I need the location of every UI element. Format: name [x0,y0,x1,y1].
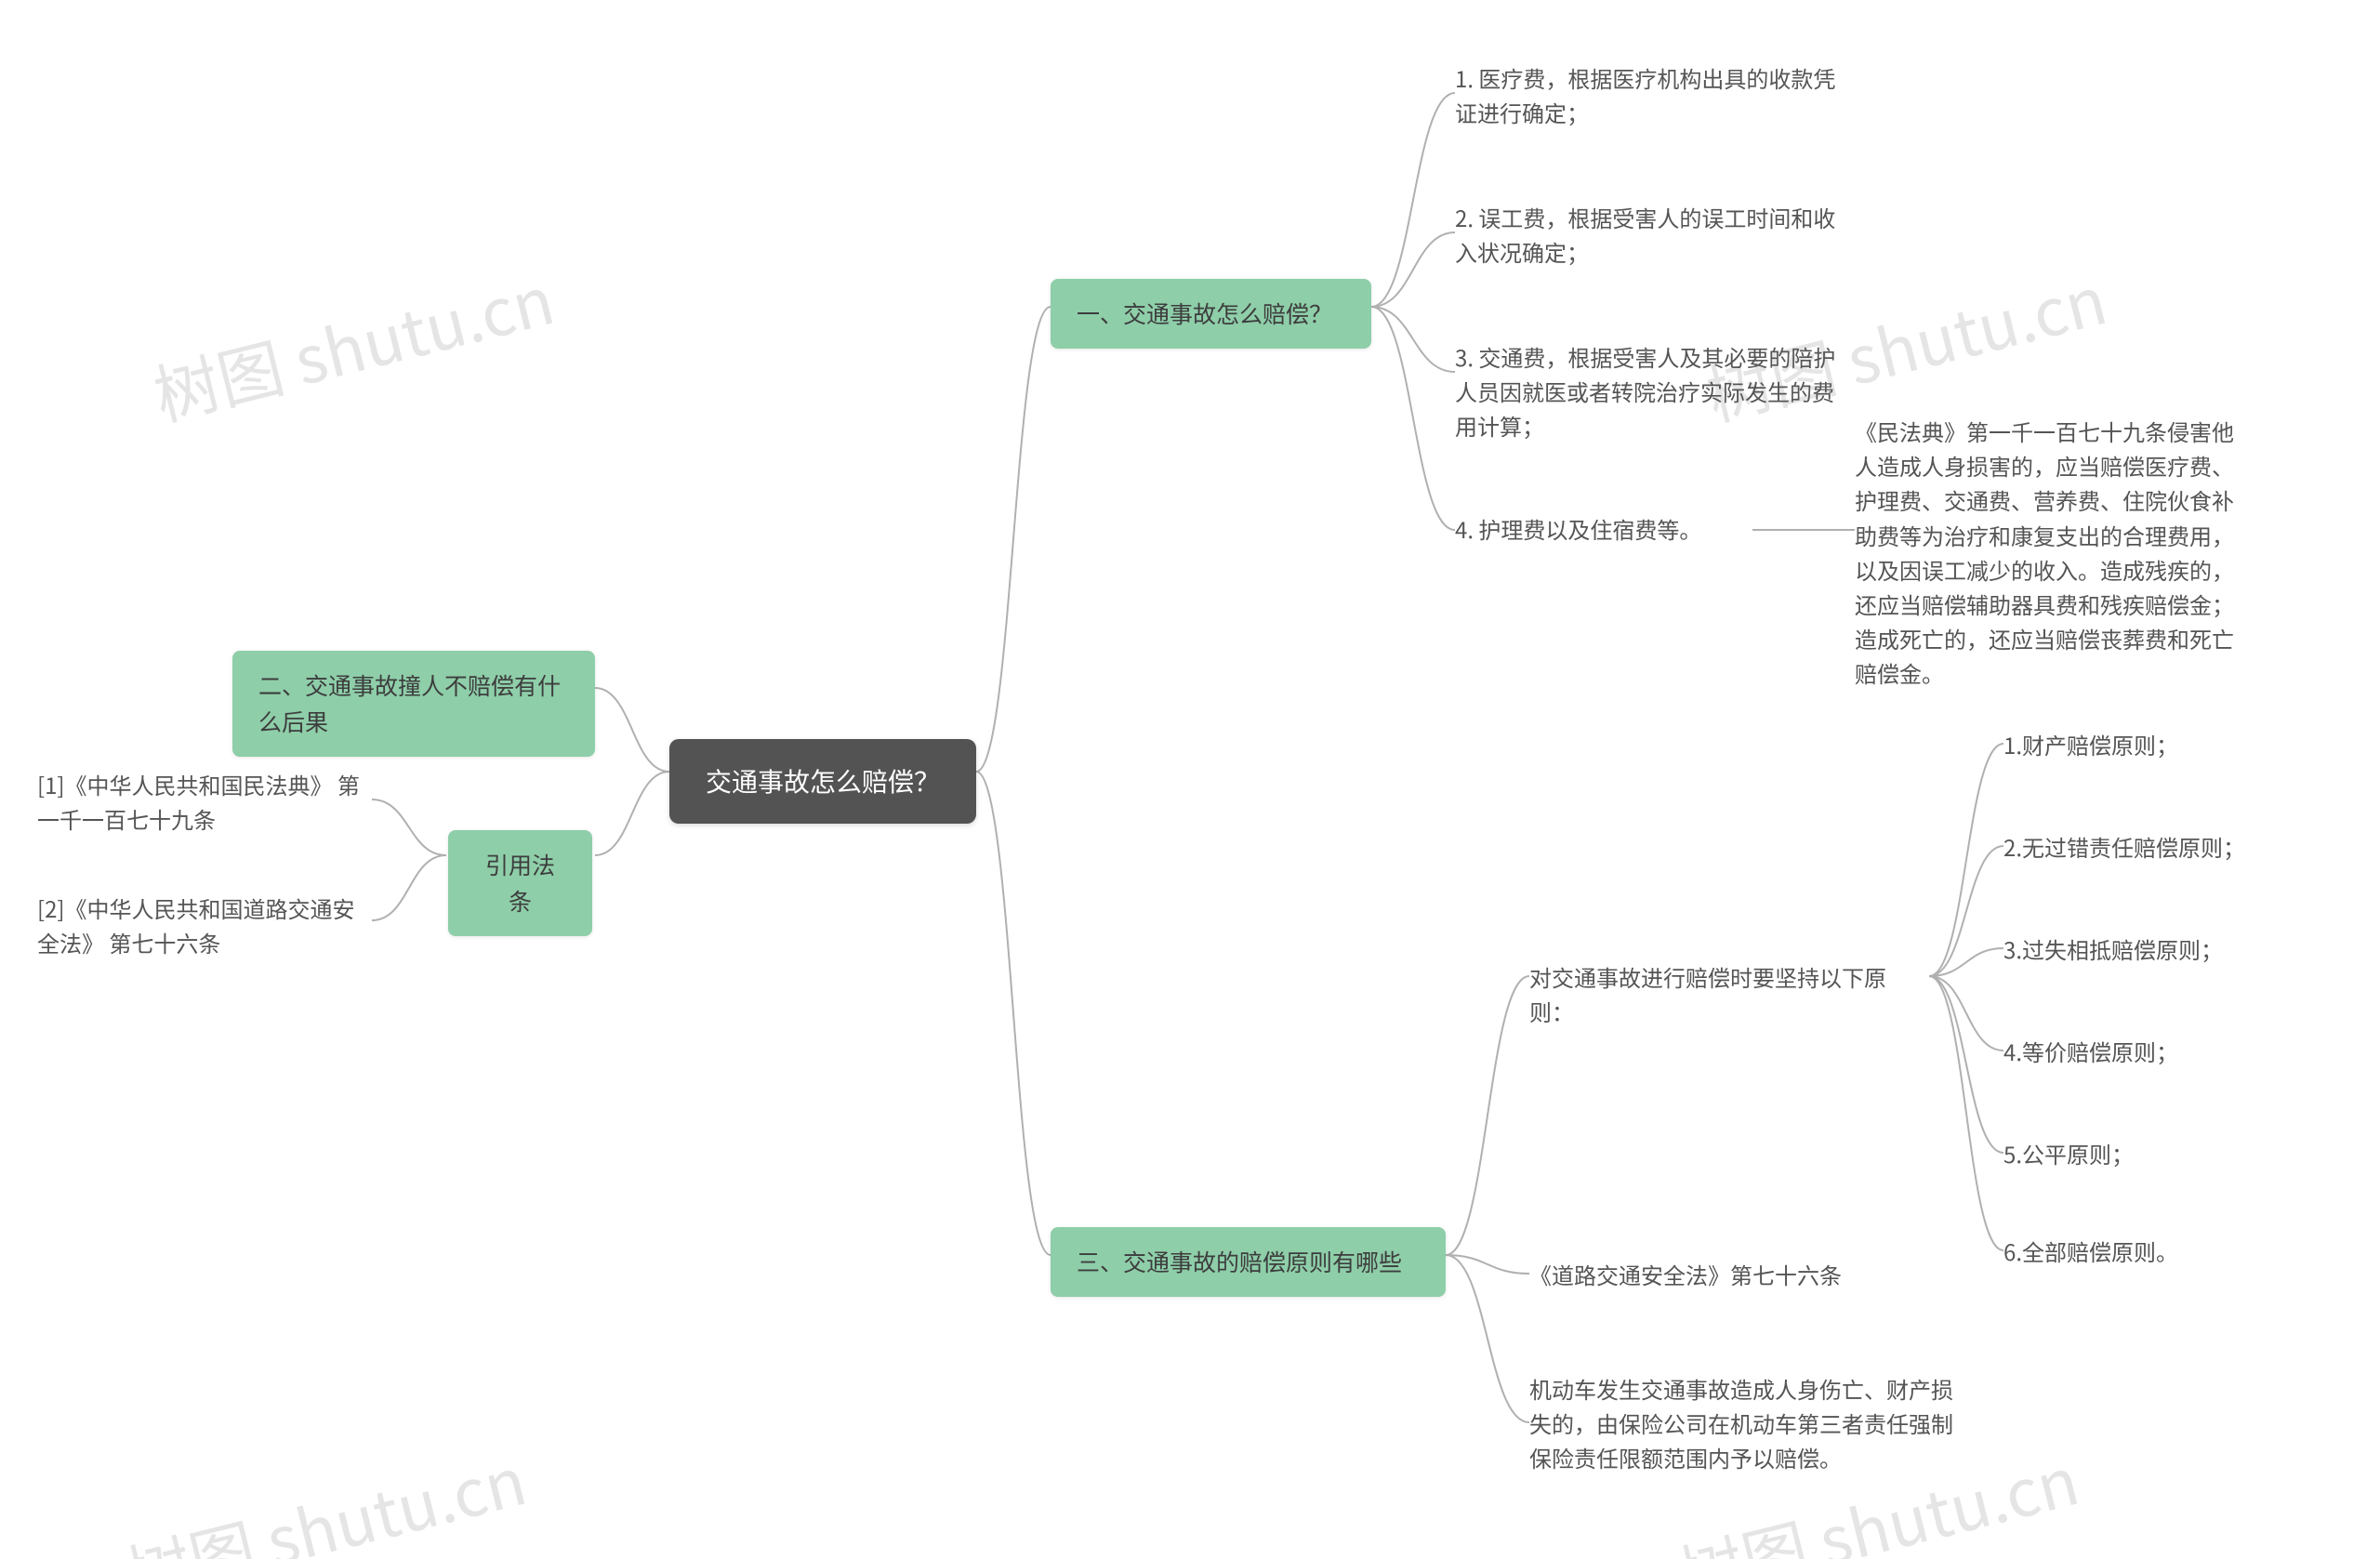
section3-law-ref: 《道路交通安全法》第七十六条 [1529,1257,1929,1291]
principle-6: 6.全部赔偿原则。 [2003,1234,2282,1268]
principle-2: 2.无过错责任赔偿原则； [2003,829,2282,864]
section1-item1: 1. 医疗费，根据医疗机构出具的收款凭证进行确定； [1455,60,1841,129]
section3-law-detail: 机动车发生交通事故造成人身伤亡、财产损失的，由保险公司在机动车第三者责任强制保险… [1529,1371,1966,1475]
section1-item2: 2. 误工费，根据受害人的误工时间和收入状况确定； [1455,200,1841,269]
principle-5: 5.公平原则； [2003,1136,2282,1170]
section1-item4: 4. 护理费以及住宿费等。 [1455,511,1752,546]
section1-item3: 3. 交通费，根据受害人及其必要的陪护人员因就医或者转院治疗实际发生的费用计算； [1455,339,1841,443]
root-node[interactable]: 交通事故怎么赔偿？ [669,739,976,824]
principle-4: 4.等价赔偿原则； [2003,1034,2282,1068]
citation-2: [2]《中华人民共和国道路交通安全法》 第七十六条 [37,891,372,959]
section3-node[interactable]: 三、交通事故的赔偿原则有哪些 [1051,1227,1446,1297]
principle-3: 3.过失相抵赔偿原则； [2003,931,2282,966]
mindmap-canvas: 树图 shutu.cn 树图 shutu.cn 树图 shutu.cn 树图 s… [0,0,2380,1559]
citation-1: [1]《中华人民共和国民法典》 第一千一百七十九条 [37,767,372,836]
watermark: 树图 shutu.cn [115,1430,535,1559]
principle-1: 1.财产赔偿原则； [2003,727,2282,761]
watermark: 树图 shutu.cn [143,249,562,439]
section1-node[interactable]: 一、交通事故怎么赔偿？ [1051,279,1371,349]
section3-intro: 对交通事故进行赔偿时要坚持以下原则： [1529,959,1929,1028]
citations-node[interactable]: 引用法条 [448,830,592,936]
section1-item4-detail: 《民法典》第一千一百七十九条侵害他人造成人身损害的，应当赔偿医疗费、护理费、交通… [1855,414,2245,691]
section2-node[interactable]: 二、交通事故撞人不赔偿有什么后果 [232,651,595,757]
